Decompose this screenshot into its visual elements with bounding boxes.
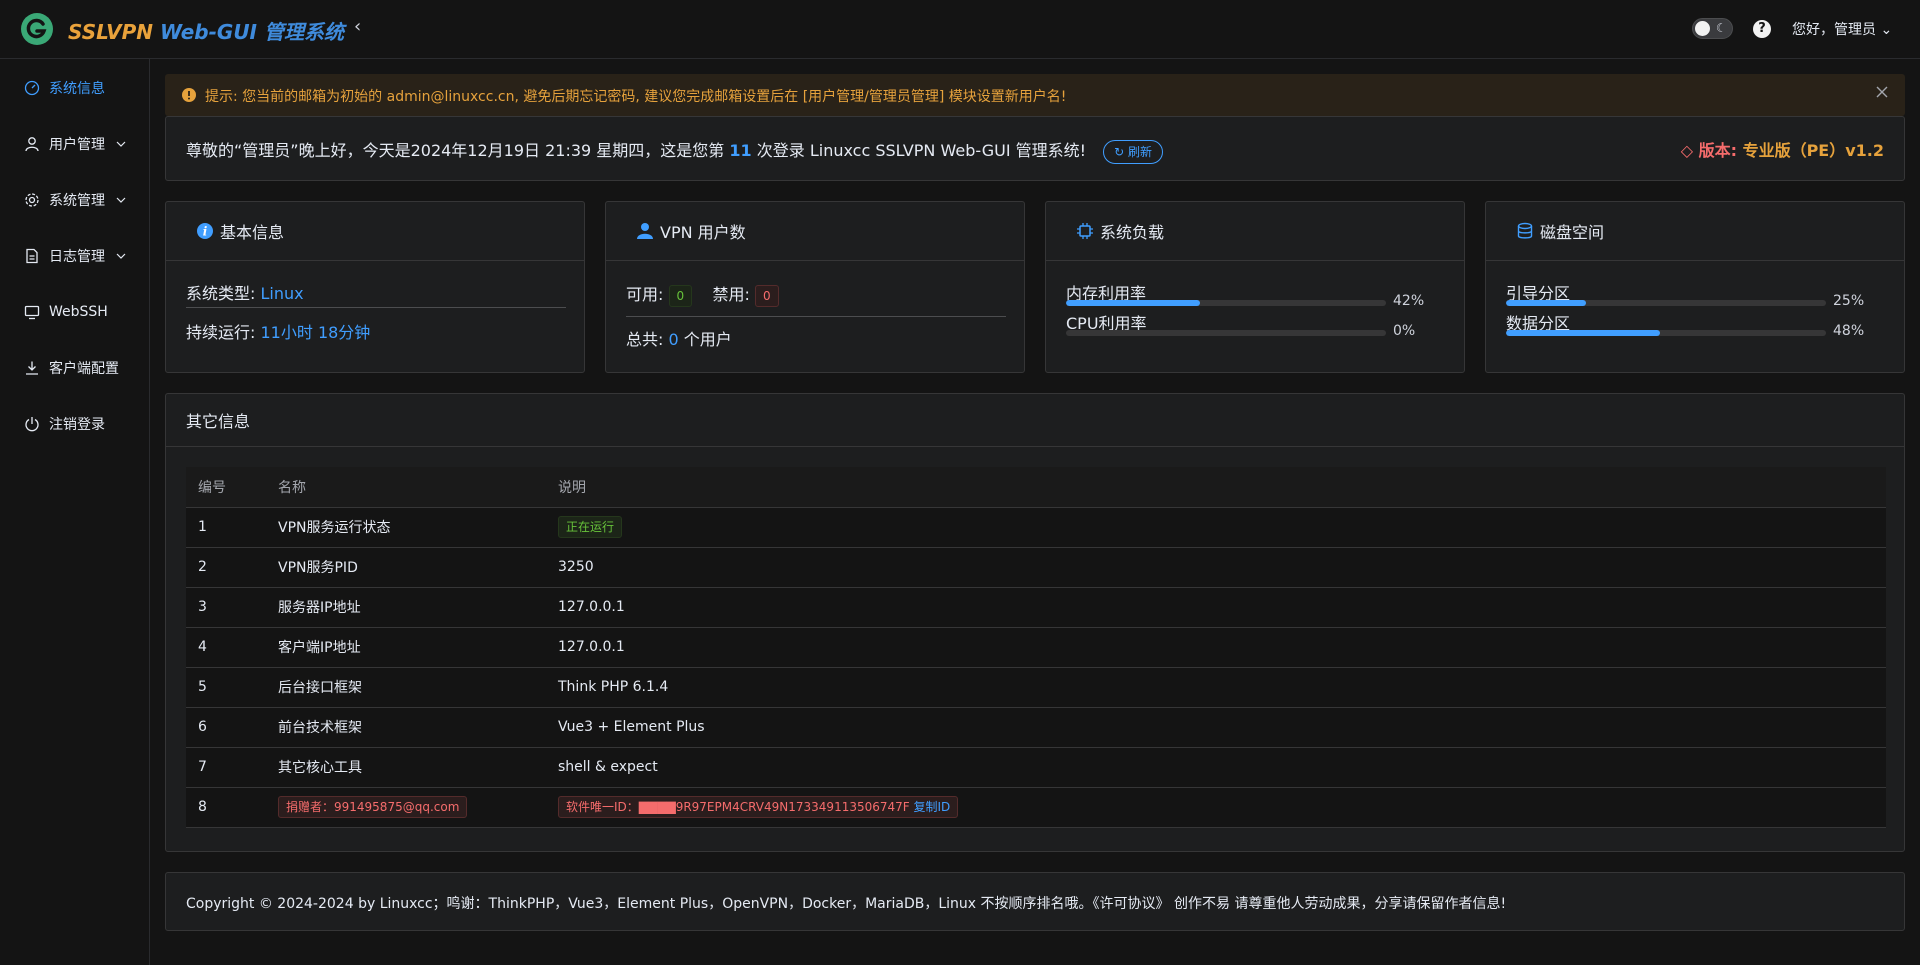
logo-icon xyxy=(21,13,53,45)
vpn-users-card: VPN 用户数 可用: 0 禁用: 0 总共: 0 个用户 xyxy=(605,201,1025,373)
dashboard-icon xyxy=(24,80,40,96)
table-row: 3 服务器IP地址 127.0.0.1 xyxy=(186,587,1886,628)
download-icon xyxy=(26,361,38,375)
sidebar-item-client-config[interactable]: 客户端配置 xyxy=(0,348,149,388)
user-icon xyxy=(637,223,653,239)
table-row: 5 后台接口框架 Think PHP 6.1.4 xyxy=(186,667,1886,708)
total-users: 总共: 0 个用户 xyxy=(626,330,732,349)
chevron-down-icon xyxy=(116,197,126,203)
sidebar-item-logout[interactable]: 注销登录 xyxy=(0,404,149,444)
refresh-icon: ↻ xyxy=(1114,144,1125,159)
other-info-card: 其它信息 编号 名称 说明 1 VPN服务运行状态 正在运行 2 VPN服务PI… xyxy=(165,393,1905,852)
boot-progress-fill xyxy=(1506,300,1586,306)
info-icon: i xyxy=(197,223,213,239)
sidebar-item-log-management[interactable]: 日志管理 xyxy=(0,236,149,276)
database-icon xyxy=(1517,222,1533,239)
user-menu[interactable]: 您好，管理员 ⌄ xyxy=(1792,19,1892,39)
alert-text: 提示: 您当前的邮箱为初始的 admin@linuxcc.cn, 避免后期忘记密… xyxy=(205,89,1067,105)
os-type: 系统类型: Linux xyxy=(186,284,304,303)
sidebar-item-label: 系统信息 xyxy=(49,81,105,97)
sidebar-item-system-management[interactable]: 系统管理 xyxy=(0,180,149,220)
table-row: 8 捐赠者：991495875@qq.com 软件唯一ID：▇▇▇▇9R97EP… xyxy=(186,787,1886,828)
copy-id-link[interactable]: 复制ID xyxy=(914,800,951,814)
sidebar-item-label: 系统管理 xyxy=(49,193,105,209)
available-count-badge: 0 xyxy=(668,284,693,307)
collapse-sidebar-button[interactable]: ‹ xyxy=(354,16,368,40)
user-status-counts: 可用: 0 禁用: 0 xyxy=(626,281,779,307)
diamond-icon: ◇ xyxy=(1680,141,1693,160)
document-icon xyxy=(26,248,38,264)
table-row: 6 前台技术框架 Vue3 + Element Plus xyxy=(186,707,1886,748)
column-header: 名称 xyxy=(266,467,546,508)
card-title: 其它信息 xyxy=(166,394,1904,447)
table-header-row: 编号 名称 说明 xyxy=(186,467,1886,508)
copyright-text: Copyright © 2024-2024 by Linuxcc；鸣谢：Thin… xyxy=(186,896,1507,912)
column-header: 说明 xyxy=(546,467,1886,508)
disabled-count-badge: 0 xyxy=(754,284,779,307)
chevron-down-icon: ⌄ xyxy=(1880,22,1893,38)
moon-icon: ☾ xyxy=(1716,21,1727,35)
table-row: 4 客户端IP地址 127.0.0.1 xyxy=(186,627,1886,668)
card-title: i 基本信息 xyxy=(166,202,584,261)
sidebar-item-label: 客户端配置 xyxy=(49,361,119,377)
donor-badge: 捐赠者：991495875@qq.com xyxy=(278,796,468,818)
table-row: 7 其它核心工具 shell & expect xyxy=(186,747,1886,788)
sidebar-item-label: 注销登录 xyxy=(49,417,105,433)
divider xyxy=(626,316,1006,317)
login-count: 11 xyxy=(729,141,752,160)
table-row: 1 VPN服务运行状态 正在运行 xyxy=(186,507,1886,548)
basic-info-card: i 基本信息 系统类型: Linux 持续运行: 11小时 18分钟 xyxy=(165,201,585,373)
app-title: SSLVPN Web-GUI 管理系统 xyxy=(68,20,344,44)
close-icon[interactable] xyxy=(1875,85,1889,99)
chevron-left-icon: ‹ xyxy=(354,16,362,37)
info-table: 编号 名称 说明 1 VPN服务运行状态 正在运行 2 VPN服务PID 325… xyxy=(186,467,1886,828)
sidebar-item-label: 日志管理 xyxy=(49,249,105,265)
gear-icon xyxy=(25,193,39,207)
warning-icon xyxy=(182,88,196,102)
table-row: 2 VPN服务PID 3250 xyxy=(186,547,1886,588)
dark-mode-toggle[interactable]: ☾ xyxy=(1692,18,1733,39)
sidebar: 系统信息 用户管理 系统管理 日志管理 WebSSH 客户端配置 注销登录 xyxy=(0,59,150,965)
memory-progress-track xyxy=(1066,300,1386,306)
version-info: ◇ 版本: 专业版（PE）v1.2 xyxy=(1680,141,1884,160)
monitor-icon xyxy=(24,305,40,320)
sidebar-item-system-info[interactable]: 系统信息 xyxy=(0,68,149,108)
user-greeting: 您好，管理员 xyxy=(1792,22,1876,38)
card-title: 磁盘空间 xyxy=(1486,202,1904,261)
top-header: SSLVPN Web-GUI 管理系统 ‹ ☾ ? 您好，管理员 ⌄ xyxy=(0,0,1920,59)
toggle-knob xyxy=(1695,21,1710,36)
data-progress-fill xyxy=(1506,330,1660,336)
chevron-down-icon xyxy=(116,253,126,259)
email-warning-alert: 提示: 您当前的邮箱为初始的 admin@linuxcc.cn, 避免后期忘记密… xyxy=(165,74,1905,116)
sidebar-item-label: WebSSH xyxy=(49,304,108,320)
memory-progress-fill xyxy=(1066,300,1201,306)
card-title: VPN 用户数 xyxy=(606,202,1024,261)
column-header: 编号 xyxy=(186,467,266,508)
software-id-badge: 软件唯一ID：▇▇▇▇9R97EPM4CRV49N173349113506747… xyxy=(558,796,959,818)
boot-progress-track xyxy=(1506,300,1826,306)
help-icon[interactable]: ? xyxy=(1753,20,1771,38)
welcome-banner: 尊敬的“管理员”晚上好，今天是2024年12月19日 21:39 星期四，这是您… xyxy=(165,116,1905,181)
uptime: 持续运行: 11小时 18分钟 xyxy=(186,323,371,342)
refresh-button[interactable]: ↻ 刷新 xyxy=(1103,139,1164,164)
svg-text:i: i xyxy=(203,225,208,239)
cpu-progress-track xyxy=(1066,330,1386,336)
data-progress-track xyxy=(1506,330,1826,336)
chevron-down-icon xyxy=(116,141,126,147)
user-icon xyxy=(25,137,39,152)
system-load-card: 系统负载 内存利用率 42% CPU利用率 0% xyxy=(1045,201,1465,373)
card-title: 系统负载 xyxy=(1046,202,1464,261)
sidebar-item-label: 用户管理 xyxy=(49,137,105,153)
welcome-message: 尊敬的“管理员”晚上好，今天是2024年12月19日 21:39 星期四，这是您… xyxy=(186,137,1164,164)
status-badge: 正在运行 xyxy=(558,516,623,538)
cpu-icon xyxy=(1077,223,1093,239)
divider xyxy=(186,307,566,308)
footer: Copyright © 2024-2024 by Linuxcc；鸣谢：Thin… xyxy=(165,872,1905,931)
sidebar-item-webssh[interactable]: WebSSH xyxy=(0,292,149,332)
power-icon xyxy=(25,417,39,432)
disk-space-card: 磁盘空间 引导分区 25% 数据分区 48% xyxy=(1485,201,1905,373)
sidebar-item-user-management[interactable]: 用户管理 xyxy=(0,124,149,164)
